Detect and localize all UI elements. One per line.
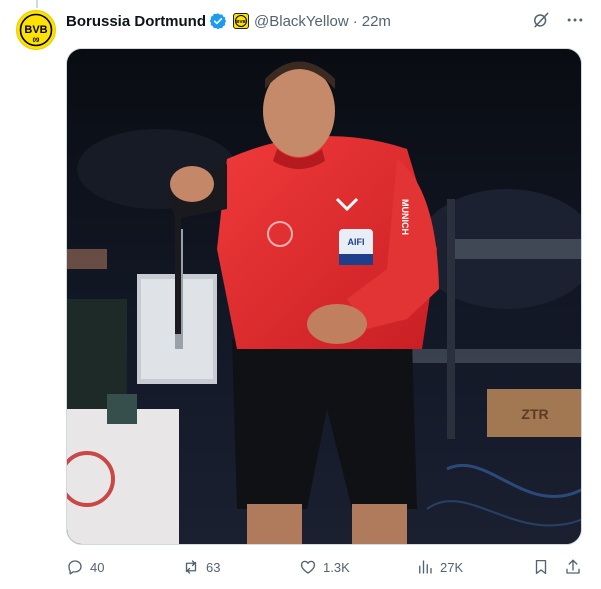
repost-icon bbox=[185, 560, 197, 574]
verified-badge-icon bbox=[209, 13, 227, 30]
header-actions bbox=[531, 10, 585, 30]
avatar[interactable]: BVB 09 bbox=[16, 10, 56, 50]
post-timestamp[interactable]: 22m bbox=[362, 13, 391, 30]
svg-text:BVB: BVB bbox=[24, 24, 47, 36]
author-name[interactable]: Borussia Dortmund bbox=[66, 13, 206, 30]
bookmark-button[interactable] bbox=[532, 558, 550, 576]
affiliate-badge-icon[interactable]: BVB bbox=[233, 13, 250, 29]
reply-icon bbox=[68, 560, 82, 575]
like-icon bbox=[300, 560, 316, 574]
share-icon bbox=[566, 559, 580, 574]
svg-text:BVB: BVB bbox=[236, 19, 246, 24]
like-button[interactable]: 1.3K bbox=[299, 558, 350, 576]
reply-button[interactable]: 40 bbox=[66, 558, 104, 576]
svg-text:ZTR: ZTR bbox=[521, 406, 548, 422]
share-button[interactable] bbox=[564, 558, 582, 576]
like-count: 1.3K bbox=[323, 559, 350, 575]
views-count: 27K bbox=[440, 559, 464, 575]
post-header: Borussia Dortmund BVB @BlackYellow · 22m bbox=[66, 10, 585, 32]
views-button[interactable]: 27K bbox=[416, 558, 463, 576]
thread-connector-line bbox=[36, 0, 38, 8]
repost-button[interactable]: 63 bbox=[182, 558, 220, 576]
referee-video-still: ZTR AIFI MUNICH bbox=[67, 49, 581, 544]
svg-text:09: 09 bbox=[33, 38, 40, 44]
separator-dot: · bbox=[352, 12, 358, 30]
views-icon bbox=[419, 560, 432, 574]
author-handle[interactable]: @BlackYellow bbox=[254, 13, 349, 30]
grok-icon[interactable] bbox=[531, 10, 551, 30]
post-action-bar: 40 63 1.3K 27K bbox=[66, 556, 586, 580]
more-icon[interactable] bbox=[565, 10, 585, 30]
bookmark-icon bbox=[535, 559, 547, 575]
bvb-logo-icon: BVB 09 bbox=[18, 12, 54, 48]
repost-count: 63 bbox=[206, 559, 221, 575]
reply-count: 40 bbox=[90, 559, 105, 575]
svg-text:MUNICH: MUNICH bbox=[400, 199, 410, 235]
svg-text:AIFI: AIFI bbox=[348, 237, 365, 247]
post-video-frame[interactable]: ZTR AIFI MUNICH bbox=[66, 48, 582, 545]
